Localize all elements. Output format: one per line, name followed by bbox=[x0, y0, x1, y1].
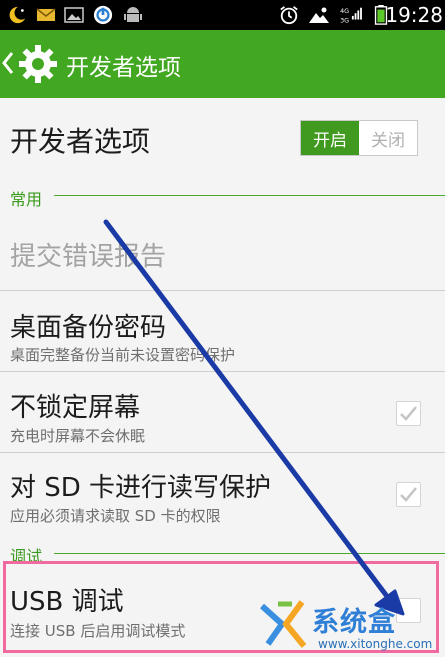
alarm-icon bbox=[280, 6, 298, 25]
backup-password-item[interactable]: 桌面备份密码 桌面完整备份当前未设置密码保护 bbox=[0, 291, 445, 371]
sd-protect-title: 对 SD 卡进行读写保护 bbox=[10, 473, 272, 503]
backup-password-summary: 桌面完整备份当前未设置密码保护 bbox=[10, 346, 236, 364]
developer-options-label: 开发者选项 bbox=[10, 125, 151, 158]
sd-protect-item[interactable]: 对 SD 卡进行读写保护 应用必须请求读取 SD 卡的权限 bbox=[0, 453, 445, 533]
toggle-off-button[interactable]: 关闭 bbox=[359, 121, 417, 155]
watermark-text: 系统盒 bbox=[312, 607, 396, 638]
action-bar: 开发者选项 bbox=[0, 30, 445, 98]
check-icon bbox=[400, 406, 417, 421]
watermark-logo: 系统盒 www.xitonghe.com bbox=[258, 598, 440, 654]
sd-protect-summary: 应用必须请求读取 SD 卡的权限 bbox=[10, 507, 221, 525]
stay-awake-checkbox[interactable] bbox=[396, 401, 421, 426]
image-icon bbox=[64, 7, 84, 23]
weather-icon bbox=[309, 7, 329, 23]
page-title: 开发者选项 bbox=[66, 55, 181, 81]
android-icon bbox=[124, 7, 142, 22]
clock-time: 19:28 bbox=[385, 3, 443, 27]
category-common-line bbox=[54, 195, 445, 196]
stay-awake-summary: 充电时屏幕不会休眠 bbox=[10, 427, 146, 445]
bug-report-item[interactable]: 提交错误报告 bbox=[0, 210, 445, 290]
backup-password-title: 桌面备份密码 bbox=[10, 313, 167, 343]
chevron-left-icon[interactable] bbox=[2, 50, 14, 76]
bug-report-title: 提交错误报告 bbox=[10, 242, 167, 272]
logo-x-icon bbox=[259, 600, 307, 648]
category-common: 常用 bbox=[10, 190, 43, 209]
gear-icon bbox=[19, 45, 57, 83]
check-icon bbox=[400, 487, 417, 502]
network-label-3g: 3G bbox=[340, 17, 349, 24]
watermark-url: www.xitonghe.com bbox=[318, 637, 433, 651]
network-label-4g: 4G bbox=[340, 8, 349, 15]
stay-awake-title: 不锁定屏幕 bbox=[10, 393, 141, 423]
moon-icon bbox=[9, 6, 26, 24]
signal-icon: 4G 3G bbox=[340, 7, 362, 24]
category-debug-line bbox=[54, 553, 445, 554]
developer-options-toggle[interactable]: 开启 关闭 bbox=[300, 120, 418, 156]
sync-icon bbox=[93, 5, 113, 25]
sd-protect-checkbox[interactable] bbox=[396, 482, 421, 507]
toggle-on-button[interactable]: 开启 bbox=[301, 121, 359, 155]
status-bar: 4G 3G 19:28 bbox=[0, 0, 445, 30]
stay-awake-item[interactable]: 不锁定屏幕 充电时屏幕不会休眠 bbox=[0, 372, 445, 452]
mail-icon bbox=[36, 8, 56, 21]
